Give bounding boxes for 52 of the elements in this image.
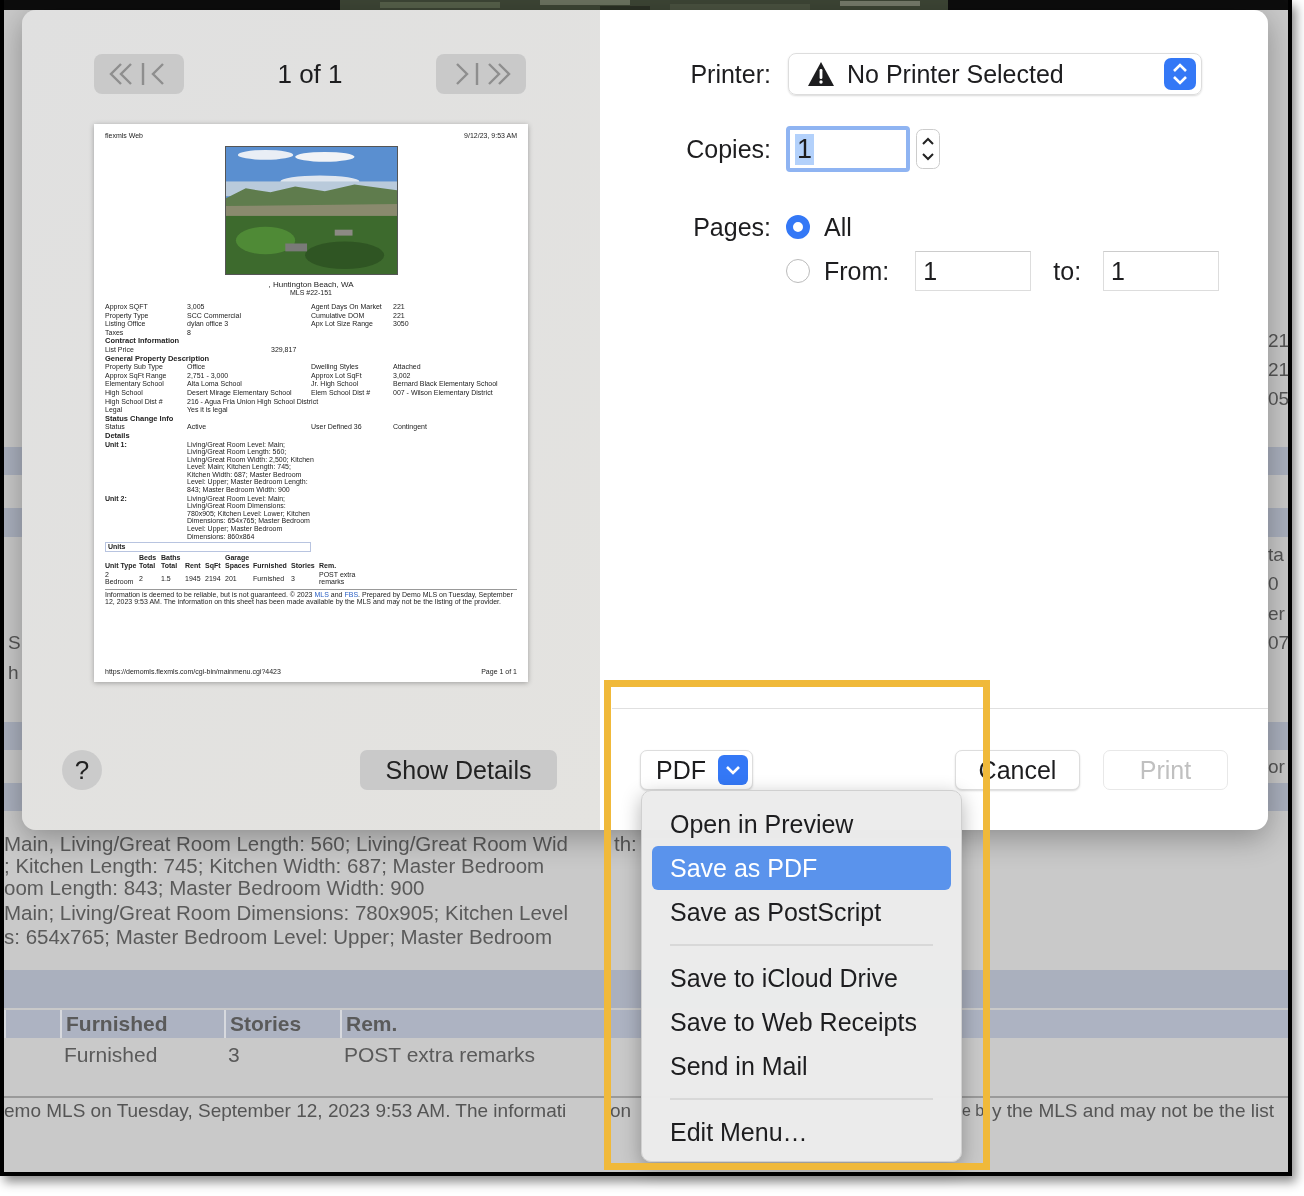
menu-item[interactable]: Save to iCloud Drive bbox=[652, 956, 951, 1000]
table-header-cell: Furnished bbox=[60, 1010, 224, 1038]
background-text: 0 bbox=[1268, 573, 1280, 595]
background-text: S bbox=[8, 632, 21, 654]
updown-chevron-icon bbox=[1164, 58, 1196, 90]
from-page-field[interactable]: 1 bbox=[915, 251, 1032, 291]
warning-icon bbox=[807, 61, 835, 87]
background-text: emo MLS on Tuesday, September 12, 2023 9:53 AM. The informati bbox=[4, 1100, 568, 1122]
background-text: Main; Living/Great Room Dimensions: 780x905; Kitchen Level bbox=[4, 901, 570, 925]
menu-item[interactable]: Edit Menu… bbox=[652, 1110, 951, 1154]
background-text: ta bbox=[1268, 544, 1285, 566]
background-text: oom Length: 843; Master Bedroom Width: 900 bbox=[4, 876, 426, 900]
menu-item[interactable]: Send in Mail bbox=[652, 1044, 951, 1088]
next-page-button[interactable] bbox=[436, 54, 526, 94]
table-header-cell: Stories bbox=[224, 1010, 340, 1038]
table-header-cell: Rem. bbox=[340, 1010, 620, 1038]
to-label: to: bbox=[1053, 256, 1082, 286]
pages-label: Pages: bbox=[692, 212, 771, 242]
background-text: y the MLS and may not be the list bbox=[992, 1100, 1274, 1122]
background-text: er bbox=[1268, 603, 1286, 625]
background-text: 21 bbox=[1268, 330, 1288, 352]
background-text: th: bbox=[614, 832, 637, 856]
background-text: h bbox=[8, 662, 19, 684]
copies-field[interactable]: 1 bbox=[786, 126, 910, 172]
show-details-button[interactable]: Show Details bbox=[360, 750, 557, 790]
background-text: s: 654x765; Master Bedroom Level: Upper; Master Bedroom bbox=[4, 925, 554, 949]
menu-item[interactable]: Open in Preview bbox=[652, 802, 951, 846]
copies-label: Copies: bbox=[685, 134, 771, 164]
property-address: , Huntington Beach, WA bbox=[267, 280, 355, 289]
table-cell-text: 3 bbox=[227, 1042, 241, 1068]
background-text: ; Kitchen Length: 745; Kitchen Width: 687; Master Bedroom bbox=[4, 854, 546, 878]
background-text: on bbox=[610, 1100, 633, 1122]
menu-item[interactable]: Save as PostScript bbox=[652, 890, 951, 934]
background-text: e b bbox=[962, 1102, 983, 1120]
stepper-icon[interactable] bbox=[916, 129, 940, 169]
background-text: 21 bbox=[1268, 359, 1288, 381]
to-page-field[interactable]: 1 bbox=[1103, 251, 1220, 291]
all-pages-radio[interactable]: All bbox=[786, 212, 852, 242]
previous-page-button[interactable] bbox=[94, 54, 184, 94]
printer-dropdown[interactable]: No Printer Selected bbox=[788, 53, 1202, 95]
printer-label: Printer: bbox=[689, 59, 771, 89]
background-text: Main, Living/Great Room Length: 560; Living/Great Room Wid bbox=[4, 832, 570, 856]
background-text: 07 bbox=[1268, 632, 1288, 654]
help-button[interactable]: ? bbox=[62, 750, 102, 790]
table-cell-text: POST extra remarks bbox=[343, 1042, 536, 1068]
menu-item[interactable]: Save to Web Receipts bbox=[652, 1000, 951, 1044]
chevron-down-icon bbox=[718, 755, 748, 785]
table-cell-text: Furnished bbox=[63, 1042, 159, 1068]
page-indicator: 1 of 1 bbox=[277, 58, 343, 90]
pdf-dropdown-button[interactable]: PDF bbox=[640, 750, 753, 790]
page-range-radio[interactable]: From: bbox=[786, 256, 890, 286]
background-text: or bbox=[1268, 755, 1286, 778]
